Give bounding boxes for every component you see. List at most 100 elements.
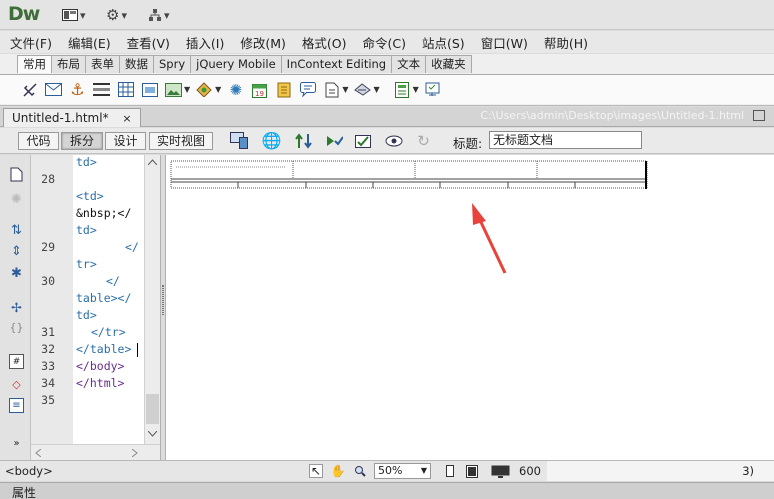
- code-horizontal-scrollbar[interactable]: [31, 444, 160, 460]
- widget-icon[interactable]: ✺: [226, 80, 245, 99]
- horizontal-rule-icon[interactable]: [92, 80, 111, 99]
- collapse-tag-icon[interactable]: ⇅: [9, 223, 24, 238]
- chevron-down-icon[interactable]: ▼: [215, 85, 221, 94]
- menu-file[interactable]: 文件(F): [10, 33, 52, 52]
- properties-panel-header[interactable]: 属性: [0, 482, 774, 499]
- chevron-down-icon[interactable]: ▼: [413, 85, 419, 94]
- file-management-icon[interactable]: [294, 131, 313, 150]
- menu-commands[interactable]: 命令(C): [363, 33, 406, 52]
- layout-switcher[interactable]: ▾: [62, 7, 86, 23]
- tab-data[interactable]: 数据: [119, 55, 154, 73]
- image-icon[interactable]: [164, 80, 183, 99]
- tag-selector[interactable]: <body>: [5, 464, 53, 478]
- design-view[interactable]: [166, 155, 774, 460]
- visual-aids-icon[interactable]: [384, 131, 403, 150]
- select-tool-icon[interactable]: ↖: [309, 464, 323, 478]
- page-title-input[interactable]: 无标题文档: [489, 131, 642, 149]
- line-number: 29: [41, 240, 55, 254]
- extend-menu[interactable]: ⚙ ▾: [106, 6, 127, 24]
- tab-jquery-mobile[interactable]: jQuery Mobile: [190, 55, 282, 73]
- tag-chooser-icon[interactable]: [424, 80, 443, 99]
- div-icon[interactable]: [140, 80, 159, 99]
- scroll-down-arrow-icon[interactable]: [148, 431, 157, 437]
- tab-common[interactable]: 常用: [17, 55, 52, 73]
- table-icon[interactable]: [116, 80, 135, 99]
- document-tab[interactable]: Untitled-1.html* ×: [3, 108, 141, 127]
- status-bar: <body> ↖ ✋ 50% ▼ 600 3): [0, 460, 774, 481]
- mobile-size-icon[interactable]: [443, 464, 457, 478]
- line-number: 35: [41, 393, 55, 407]
- server-include-icon[interactable]: [274, 80, 293, 99]
- scroll-left-arrow-icon[interactable]: [35, 449, 41, 457]
- tab-forms[interactable]: 表单: [85, 55, 120, 73]
- zoom-tool-icon[interactable]: [353, 464, 367, 478]
- templates-icon[interactable]: [393, 80, 412, 99]
- check-compatibility-icon[interactable]: [354, 131, 373, 150]
- desktop-size-icon[interactable]: [490, 464, 510, 478]
- menu-window[interactable]: 窗口(W): [481, 33, 528, 52]
- code-line: </body>: [76, 359, 125, 373]
- tab-layout[interactable]: 布局: [51, 55, 86, 73]
- email-link-icon[interactable]: [44, 80, 63, 99]
- scroll-up-arrow-icon[interactable]: [148, 159, 157, 165]
- w3c-validation-icon[interactable]: [324, 131, 343, 150]
- menu-format[interactable]: 格式(O): [302, 33, 347, 52]
- hyperlink-icon[interactable]: [20, 80, 39, 99]
- zoom-select[interactable]: 50% ▼: [374, 463, 431, 479]
- menu-view[interactable]: 查看(V): [127, 33, 170, 52]
- close-icon[interactable]: ×: [122, 112, 131, 125]
- tab-incontext-editing[interactable]: InContext Editing: [280, 55, 393, 73]
- more-tools-icon[interactable]: »: [9, 436, 24, 451]
- word-wrap-icon[interactable]: ≡: [9, 398, 24, 413]
- balance-braces-icon[interactable]: {}: [9, 320, 24, 335]
- gear-icon: ⚙: [106, 6, 120, 24]
- line-numbers-icon[interactable]: #: [9, 354, 24, 369]
- code-line: td>: [76, 308, 97, 322]
- live-view-button[interactable]: 实时视图: [149, 132, 213, 150]
- chevron-down-icon[interactable]: ▼: [373, 85, 379, 94]
- head-tags-icon[interactable]: [322, 80, 341, 99]
- chevron-down-icon: ▾: [164, 8, 170, 22]
- tablet-size-icon[interactable]: [465, 464, 479, 478]
- scrollbar-thumb[interactable]: [146, 394, 159, 424]
- restore-window-icon[interactable]: [753, 110, 765, 121]
- menu-modify[interactable]: 修改(M): [240, 33, 286, 52]
- chevron-down-icon[interactable]: ▼: [342, 85, 348, 94]
- code-editor[interactable]: td> <td> &nbsp;</ td> </ tr> </ table></…: [73, 155, 144, 444]
- comment-icon[interactable]: [298, 80, 317, 99]
- refresh-icon[interactable]: ↻: [414, 131, 433, 150]
- hand-tool-icon[interactable]: ✋: [331, 464, 346, 478]
- design-view-button[interactable]: 设计: [105, 132, 146, 150]
- scroll-right-arrow-icon[interactable]: [132, 449, 138, 457]
- code-view-button[interactable]: 代码: [18, 132, 59, 150]
- insert-panel: 常用 布局 表单 数据 Spry jQuery Mobile InContext…: [0, 54, 774, 106]
- highlight-invalid-code-icon[interactable]: ◇: [9, 377, 24, 392]
- outer-table[interactable]: [170, 160, 648, 189]
- media-icon[interactable]: [195, 80, 214, 99]
- split-view-button[interactable]: 拆分: [61, 132, 103, 150]
- code-line: </table>: [76, 342, 132, 356]
- tab-favorites[interactable]: 收藏夹: [425, 55, 472, 73]
- tab-spry[interactable]: Spry: [153, 55, 192, 73]
- line-number: 33: [41, 359, 55, 373]
- menu-edit[interactable]: 编辑(E): [68, 33, 111, 52]
- code-vertical-scrollbar[interactable]: [144, 155, 160, 444]
- site-menu[interactable]: ▾: [148, 7, 170, 23]
- menu-help[interactable]: 帮助(H): [544, 33, 588, 52]
- window-size[interactable]: 600: [519, 464, 541, 478]
- tab-text[interactable]: 文本: [391, 55, 427, 73]
- script-icon[interactable]: [353, 80, 372, 99]
- preview-browser-icon[interactable]: 🌐: [262, 131, 282, 150]
- menu-site[interactable]: 站点(S): [422, 33, 465, 52]
- show-code-navigator-icon[interactable]: ✺: [9, 192, 24, 207]
- select-parent-tag-icon[interactable]: ✢: [9, 301, 24, 316]
- date-icon[interactable]: 19: [250, 80, 269, 99]
- multiscreen-icon[interactable]: [230, 131, 249, 150]
- collapse-selection-icon[interactable]: ⇕: [9, 244, 24, 259]
- expand-all-icon[interactable]: ✱: [9, 266, 24, 281]
- chevron-down-icon[interactable]: ▼: [184, 85, 190, 94]
- code-line: </: [125, 240, 139, 254]
- open-documents-icon[interactable]: [9, 167, 24, 182]
- named-anchor-icon[interactable]: ⚓: [68, 80, 87, 99]
- menu-insert[interactable]: 插入(I): [186, 33, 224, 52]
